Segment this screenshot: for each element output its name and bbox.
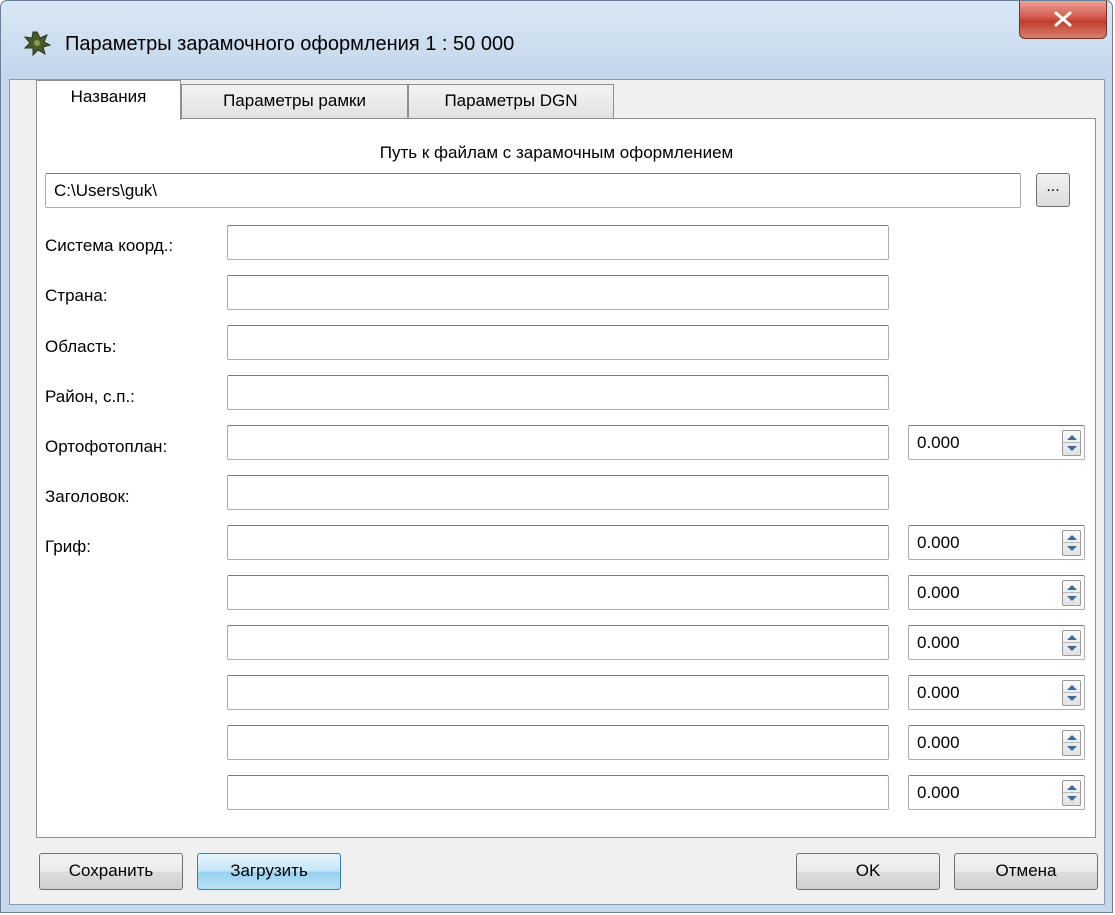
spin-arrows[interactable] [1062, 430, 1081, 456]
spin-divider [1063, 442, 1080, 443]
spin-divider [1063, 692, 1080, 693]
spin-divider [1063, 792, 1080, 793]
stamp-spinbox-4[interactable]: 0.000 [908, 675, 1085, 710]
spinbox-value: 0.000 [917, 433, 960, 452]
spin-down-icon[interactable] [1067, 696, 1077, 701]
stamp-input-4[interactable] [227, 675, 889, 710]
spin-divider [1063, 542, 1080, 543]
stamp-spinbox-3[interactable]: 0.000 [908, 625, 1085, 660]
ok-button[interactable]: OK [796, 853, 940, 890]
spin-up-icon[interactable] [1067, 535, 1077, 540]
spin-arrows[interactable] [1062, 730, 1081, 756]
spin-up-icon[interactable] [1067, 735, 1077, 740]
load-button[interactable]: Загрузить [197, 853, 341, 890]
region-label: Область: [45, 337, 117, 356]
district-input[interactable] [227, 375, 889, 410]
spinbox-value: 0.000 [917, 783, 960, 802]
spin-arrows[interactable] [1062, 630, 1081, 656]
spinbox-value: 0.000 [917, 583, 960, 602]
orthophoto-label: Ортофотоплан: [45, 437, 168, 456]
stamp-input-6[interactable] [227, 775, 889, 810]
spin-divider [1063, 642, 1080, 643]
spinbox-value: 0.000 [917, 683, 960, 702]
spin-down-icon[interactable] [1067, 646, 1077, 651]
spin-up-icon[interactable] [1067, 685, 1077, 690]
spin-arrows[interactable] [1062, 530, 1081, 556]
stamp-input-3[interactable] [227, 625, 889, 660]
spinbox-value: 0.000 [917, 533, 960, 552]
stamp-input-1[interactable] [227, 525, 889, 560]
tab-frame-params[interactable]: Параметры рамки [181, 84, 408, 120]
spin-up-icon[interactable] [1067, 785, 1077, 790]
coord-system-input[interactable] [227, 225, 889, 260]
path-caption: Путь к файлам с зарамочным оформлением [379, 143, 734, 162]
country-input[interactable] [227, 275, 889, 310]
stamp-spinbox-2[interactable]: 0.000 [908, 575, 1085, 610]
country-label: Страна: [45, 286, 108, 305]
tab-names[interactable]: Названия [36, 80, 181, 120]
stamp-spinbox-5[interactable]: 0.000 [908, 725, 1085, 760]
spinbox-value: 0.000 [917, 733, 960, 752]
spin-down-icon[interactable] [1067, 446, 1077, 451]
stamp-label: Гриф: [45, 537, 91, 556]
spin-divider [1063, 592, 1080, 593]
region-input[interactable] [227, 325, 889, 360]
tab-dgn-params[interactable]: Параметры DGN [408, 84, 614, 120]
spin-down-icon[interactable] [1067, 546, 1077, 551]
spin-divider [1063, 742, 1080, 743]
save-button[interactable]: Сохранить [39, 853, 183, 890]
spin-up-icon[interactable] [1067, 585, 1077, 590]
spin-arrows[interactable] [1062, 580, 1081, 606]
close-icon [1054, 11, 1072, 27]
spin-down-icon[interactable] [1067, 746, 1077, 751]
heading-input[interactable] [227, 475, 889, 510]
dialog-window: Параметры зарамочного оформления 1 : 50 … [0, 0, 1113, 913]
spin-down-icon[interactable] [1067, 796, 1077, 801]
spin-up-icon[interactable] [1067, 635, 1077, 640]
path-input[interactable] [45, 173, 1021, 208]
cancel-button[interactable]: Отмена [954, 853, 1098, 890]
orthophoto-spinbox[interactable]: 0.000 [908, 425, 1085, 460]
app-icon [23, 31, 51, 56]
close-button[interactable] [1019, 1, 1107, 39]
stamp-spinbox-6[interactable]: 0.000 [908, 775, 1085, 810]
orthophoto-input[interactable] [227, 425, 889, 460]
district-label: Район, с.п.: [45, 387, 135, 406]
stamp-spinbox-1[interactable]: 0.000 [908, 525, 1085, 560]
coord-system-label: Система коорд.: [45, 236, 174, 255]
window-title: Параметры зарамочного оформления 1 : 50 … [65, 33, 515, 55]
spin-arrows[interactable] [1062, 680, 1081, 706]
spin-arrows[interactable] [1062, 780, 1081, 806]
stamp-input-5[interactable] [227, 725, 889, 760]
title-bar[interactable]: Параметры зарамочного оформления 1 : 50 … [1, 1, 1112, 79]
stamp-input-2[interactable] [227, 575, 889, 610]
browse-button[interactable]: ... [1036, 173, 1070, 207]
heading-label: Заголовок: [45, 487, 130, 506]
spinbox-value: 0.000 [917, 633, 960, 652]
spin-down-icon[interactable] [1067, 596, 1077, 601]
spin-up-icon[interactable] [1067, 435, 1077, 440]
